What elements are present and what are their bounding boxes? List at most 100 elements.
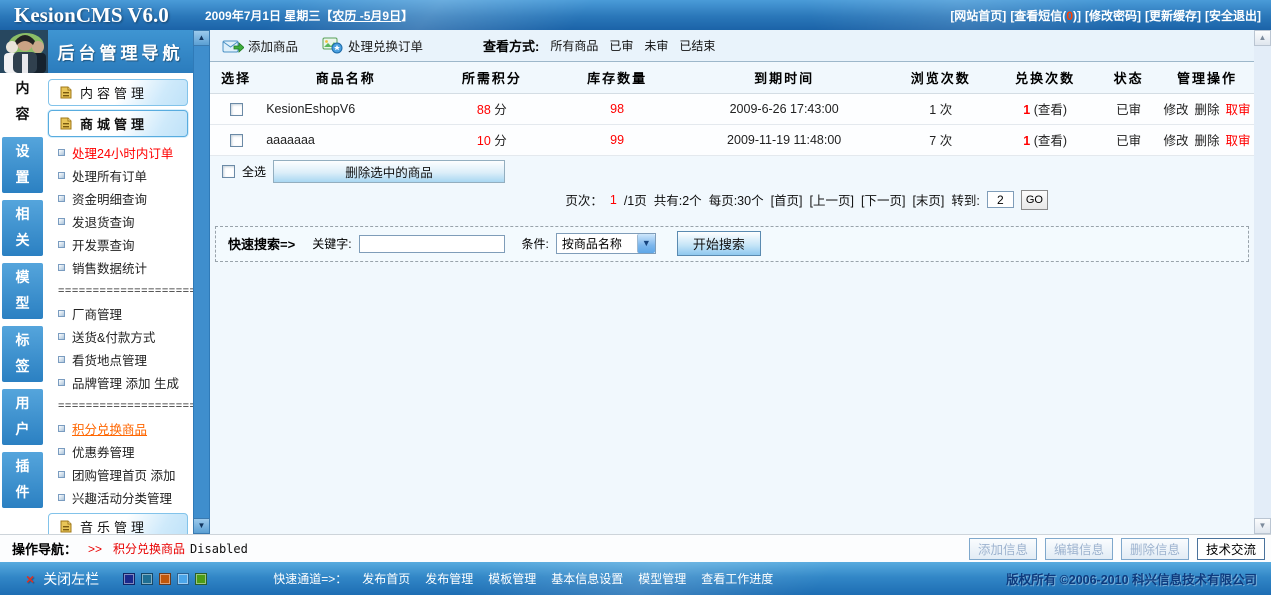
view-mode-label: 查看方式: [483,36,539,55]
scroll-up-icon[interactable]: ▲ [1254,30,1271,46]
select-all-label: 全选 [242,163,266,180]
product-name: aaaaaaa [262,124,429,155]
delete-link[interactable]: 删除 [1194,134,1219,148]
sidebar-menu-link[interactable]: 销售数据统计 [72,258,147,277]
view-mode-option[interactable]: 未审 [644,37,668,54]
view-exchanges-link[interactable]: (查看) [1034,103,1067,117]
view-mode-option[interactable]: 所有商品 [550,37,598,54]
last-page-link[interactable]: [末页] [912,190,944,209]
content-scrollbar: ▲ ▼ [1254,30,1271,534]
modify-link[interactable]: 修改 [1163,134,1188,148]
sidebar-menu-link[interactable]: 厂商管理 [72,304,122,323]
sidebar-menu-link[interactable]: 团购管理首页 添加 [72,465,175,484]
first-page-link[interactable]: [首页] [771,190,803,209]
view-exchanges-link[interactable]: (查看) [1034,134,1067,148]
close-sidebar-label: 关闭左栏 [43,569,99,589]
theme-color-swatch[interactable] [195,573,207,585]
logout-link[interactable]: [安全退出] [1205,7,1261,24]
bullet-icon [58,494,65,501]
operation-button[interactable]: 编辑信息 [1045,538,1113,560]
sidebar-menu-link[interactable]: 发退货查询 [72,212,135,231]
table-row: KesionEshopV6 88 分 98 2009-6-26 17:43:00… [210,93,1254,124]
quick-channel-link[interactable]: 查看工作进度 [701,570,773,587]
quick-channel-link[interactable]: 发布首页 [362,570,410,587]
sidebar-menu-item: 品牌管理 添加 生成 [58,371,193,394]
view-mode-option[interactable]: 已审 [609,37,633,54]
start-search-button[interactable]: 开始搜索 [677,231,761,256]
site-home-link[interactable]: [网站首页] [950,7,1006,24]
go-button[interactable]: GO [1021,190,1048,210]
sidebar-menu-link[interactable]: 积分兑换商品 [72,419,147,438]
row-checkbox[interactable] [230,103,243,116]
operation-button[interactable]: 删除信息 [1121,538,1189,560]
view-mode-option[interactable]: 已结束 [679,37,715,54]
delete-link[interactable]: 删除 [1194,103,1219,117]
add-product-label: 添加商品 [248,36,298,55]
operation-button[interactable]: 技术交流 [1197,538,1265,560]
view-messages-link[interactable]: [查看短信(0)] [1010,7,1081,24]
close-sidebar-button[interactable]: × 关闭左栏 [0,569,99,589]
sidebar-tab[interactable]: 相关 [2,200,43,256]
sidebar-tab[interactable]: 插件 [2,452,43,508]
content-scrollbar-track[interactable] [1254,46,1271,518]
sidebar-tab[interactable]: 设置 [2,137,43,193]
sidebar-menu-link[interactable]: ==================== [58,400,193,412]
sidebar-menu-link[interactable]: 品牌管理 添加 生成 [72,373,179,392]
sidebar-tab-label: 用户 [15,391,30,443]
sidebar-menu-link[interactable]: 兴趣活动分类管理 [72,488,172,507]
theme-color-swatch[interactable] [159,573,171,585]
lunar-date-link[interactable]: 农历 -5月9日 [332,9,401,23]
sidebar-menu-link[interactable]: 优惠券管理 [72,442,135,461]
delete-selected-button[interactable]: 删除选中的商品 [273,160,505,183]
theme-color-swatch[interactable] [141,573,153,585]
sidebar-menu-link[interactable]: 送货&付款方式 [72,327,155,346]
sidebar-tab[interactable]: 内容 [2,74,43,130]
bullet-icon [58,264,65,271]
select-all-checkbox[interactable] [222,165,235,178]
refresh-cache-link[interactable]: [更新缓存] [1145,7,1201,24]
sidebar-tab[interactable]: 标签 [2,326,43,382]
quick-channel-link[interactable]: 模板管理 [488,570,536,587]
chevron-down-icon[interactable]: ▼ [637,234,655,253]
menu-group-button[interactable]: 音乐管理 [48,513,188,534]
quick-channel-link[interactable]: 模型管理 [638,570,686,587]
keyword-input[interactable] [359,235,505,253]
menu-group-button[interactable]: 商城管理 [48,110,188,137]
condition-select[interactable]: 按商品名称 ▼ [556,233,656,254]
keyword-label: 关键字: [312,235,351,252]
quick-channel-link[interactable]: 基本信息设置 [551,570,623,587]
sidebar-menu-link[interactable]: 看货地点管理 [72,350,147,369]
sidebar-menu-link[interactable]: ==================== [58,285,193,297]
theme-color-swatch[interactable] [177,573,189,585]
operation-button[interactable]: 添加信息 [969,538,1037,560]
sidebar-scrollbar-thumb[interactable] [193,46,210,518]
points-value: 10 [477,134,491,148]
sidebar-tab[interactable]: 模型 [2,263,43,319]
scroll-up-icon[interactable]: ▲ [193,30,210,46]
exchanges-value: 1 [1023,134,1030,148]
add-product-button[interactable]: 添加商品 [222,36,298,55]
process-orders-button[interactable]: 处理兑换订单 [322,36,423,55]
prev-page-link[interactable]: [上一页] [810,190,854,209]
bullet-icon [58,379,65,386]
quick-channel-link[interactable]: 发布管理 [425,570,473,587]
goto-page-input[interactable] [987,191,1014,208]
theme-color-swatches [123,573,207,585]
sidebar-menu-link[interactable]: 开发票查询 [72,235,135,254]
sidebar-menu-link[interactable]: 资金明细查询 [72,189,147,208]
sidebar-menu-link[interactable]: 处理所有订单 [72,166,147,185]
unapprove-link[interactable]: 取审 [1225,134,1250,148]
unapprove-link[interactable]: 取审 [1225,103,1250,117]
sidebar-menu-link[interactable]: 处理24小时内订单 [72,143,173,162]
row-checkbox[interactable] [230,134,243,147]
next-page-link[interactable]: [下一页] [861,190,905,209]
menu-group-button[interactable]: 内容管理 [48,79,188,106]
theme-color-swatch[interactable] [123,573,135,585]
change-password-link[interactable]: [修改密码] [1085,7,1141,24]
scroll-down-icon[interactable]: ▼ [193,518,210,534]
current-page: 1 [610,193,617,207]
views-value: 7 [929,134,936,148]
scroll-down-icon[interactable]: ▼ [1254,518,1271,534]
sidebar-tab[interactable]: 用户 [2,389,43,445]
modify-link[interactable]: 修改 [1163,103,1188,117]
